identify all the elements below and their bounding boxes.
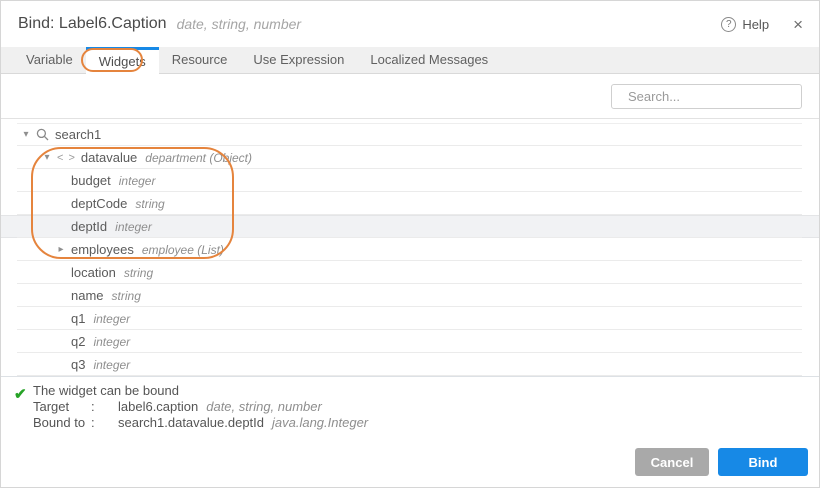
tab-label: Widgets: [99, 54, 146, 69]
node-name: search1: [55, 127, 101, 142]
tree-row-q2[interactable]: q2 integer: [1, 330, 819, 353]
cancel-button[interactable]: Cancel: [635, 448, 709, 476]
collapse-icon[interactable]: ▾: [40, 152, 54, 163]
dialog-title: Bind: Label6.Caption: [18, 15, 167, 33]
dialog-subtitle: date, string, number: [177, 16, 302, 32]
search-box[interactable]: [611, 84, 802, 109]
status-row-colon: :: [91, 415, 118, 431]
status-row-colon: :: [91, 399, 118, 415]
node-name: datavalue: [81, 150, 137, 165]
tab-bar: Variable Widgets Resource Use Expression Loc…: [1, 47, 819, 74]
tree-row-location[interactable]: location string: [1, 261, 819, 284]
object-icon: < >: [57, 152, 76, 164]
bind-dialog: Bind: Label6.Caption date, string, numbe…: [0, 0, 820, 488]
status-row-label: Bound to: [33, 415, 91, 431]
tree-row-datavalue[interactable]: ▾< > datavalue department (Object): [1, 146, 819, 169]
help-button[interactable]: ? Help: [721, 17, 769, 32]
status-row-value-wrap: label6.caption date, string, number: [118, 399, 819, 415]
expand-icon[interactable]: ▸: [54, 244, 68, 255]
tree: ▾ search1▾< >datavaluedepartment (Object…: [1, 119, 819, 376]
tree-row-name[interactable]: name string: [1, 284, 819, 307]
dialog-footer: Cancel Bind: [1, 437, 819, 487]
tree-row-search1[interactable]: ▾ search1: [1, 123, 819, 146]
status-row-value: label6.caption: [118, 399, 198, 414]
status-message: The widget can be bound: [33, 383, 819, 399]
help-icon: ?: [721, 17, 736, 32]
tree-row-budget[interactable]: budget integer: [1, 169, 819, 192]
node-name: location: [71, 265, 116, 280]
node-type: integer: [93, 335, 130, 349]
tree-row-deptId[interactable]: deptId integer: [1, 215, 819, 238]
search-icon: [36, 128, 49, 141]
status-row-value: search1.datavalue.deptId: [118, 415, 264, 430]
node-name: q3: [71, 357, 85, 372]
status-grid: Target:label6.caption date, string, numbe…: [33, 399, 819, 431]
node-type: integer: [93, 312, 130, 326]
tab-localized-messages[interactable]: Localized Messages: [357, 47, 501, 74]
tree-row-q1[interactable]: q1 integer: [1, 307, 819, 330]
node-type: integer: [115, 220, 152, 234]
node-name: name: [71, 288, 104, 303]
node-type: department (Object): [145, 151, 252, 165]
check-icon: ✔: [14, 385, 27, 403]
tree-row-employees[interactable]: ▸employees employee (List): [1, 238, 819, 261]
node-name: deptId: [71, 219, 107, 234]
help-label: Help: [742, 17, 769, 32]
node-name: budget: [71, 173, 111, 188]
tab-label: Resource: [172, 52, 228, 67]
status-panel: ✔ The widget can be bound Target:label6.…: [1, 376, 819, 438]
node-type: employee (List): [142, 243, 224, 257]
node-type: integer: [93, 358, 130, 372]
tree-row-q3[interactable]: q3 integer: [1, 353, 819, 376]
header-controls: ? Help ×: [721, 1, 803, 47]
close-icon[interactable]: ×: [793, 16, 803, 33]
tab-label: Use Expression: [253, 52, 344, 67]
node-name: employees: [71, 242, 134, 257]
search-toolbar: [1, 75, 819, 119]
node-type: integer: [119, 174, 156, 188]
status-row-value-wrap: search1.datavalue.deptId java.lang.Intege…: [118, 415, 819, 431]
node-name: q1: [71, 311, 85, 326]
collapse-icon[interactable]: ▾: [19, 129, 33, 140]
status-row-value-type: date, string, number: [206, 399, 322, 414]
tab-use-expression[interactable]: Use Expression: [240, 47, 357, 74]
tab-variable[interactable]: Variable: [13, 47, 86, 74]
node-type: string: [124, 266, 153, 280]
node-name: deptCode: [71, 196, 127, 211]
tab-widgets[interactable]: Widgets: [86, 47, 159, 75]
tab-label: Localized Messages: [370, 52, 488, 67]
node-type: string: [135, 197, 164, 211]
node-type: string: [112, 289, 141, 303]
dialog-header: Bind: Label6.Caption date, string, numbe…: [1, 1, 819, 47]
status-row-label: Target: [33, 399, 91, 415]
node-name: q2: [71, 334, 85, 349]
status-row-value-type: java.lang.Integer: [272, 415, 368, 430]
search-input[interactable]: [626, 88, 806, 105]
tree-row-deptCode[interactable]: deptCode string: [1, 192, 819, 215]
tab-label: Variable: [26, 52, 73, 67]
bind-button[interactable]: Bind: [718, 448, 808, 476]
tab-resource[interactable]: Resource: [159, 47, 241, 74]
